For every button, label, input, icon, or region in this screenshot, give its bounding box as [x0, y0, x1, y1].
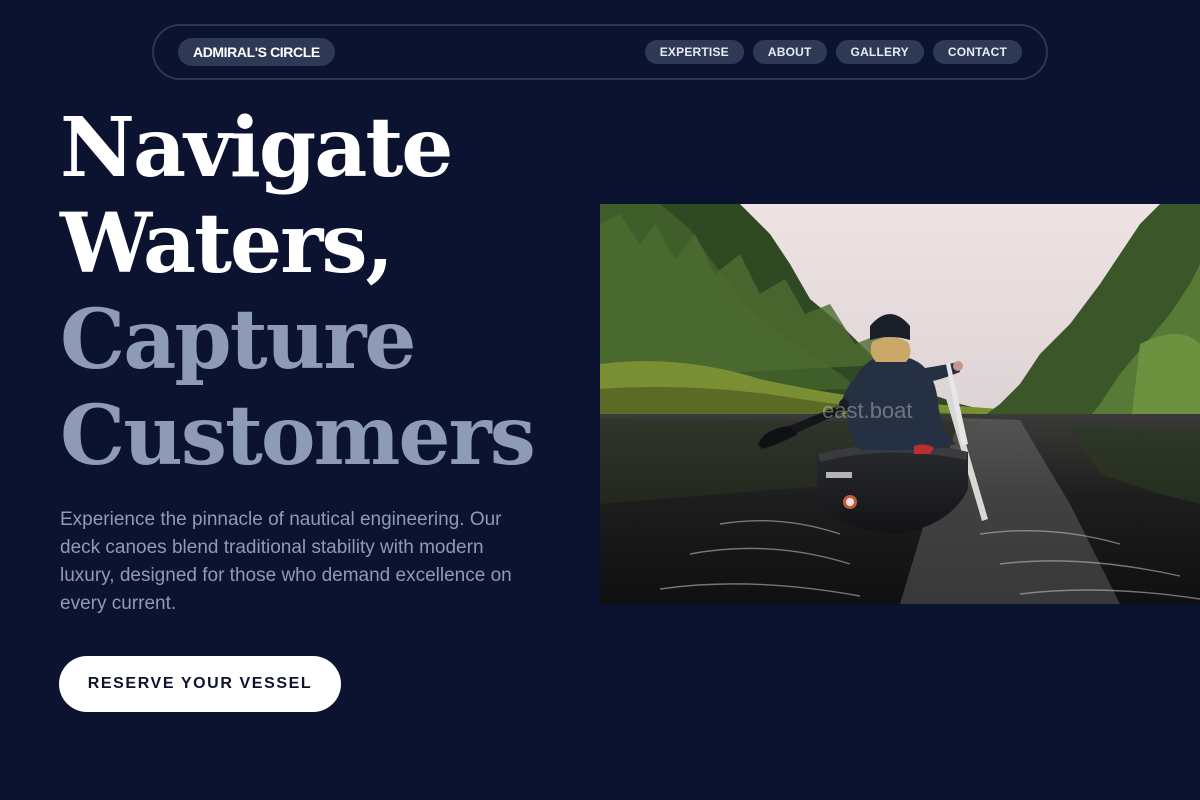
nav-link-contact[interactable]: CONTACT — [932, 40, 1022, 64]
nav-link-expertise[interactable]: EXPERTISE — [644, 40, 744, 64]
brand-logo[interactable]: ADMIRAL'S CIRCLE — [178, 38, 335, 66]
nav-link-gallery[interactable]: GALLERY — [835, 40, 924, 64]
headline-line-1: Navigate — [60, 100, 453, 196]
nav-link-about[interactable]: ABOUT — [752, 40, 827, 64]
photo-watermark: east.boat — [822, 398, 913, 423]
top-navigation: ADMIRAL'S CIRCLE EXPERTISE ABOUT GALLERY… — [152, 24, 1048, 80]
headline-line-4: Customers — [60, 388, 536, 484]
headline-line-3: Capture — [60, 292, 417, 388]
headline-line-2: Waters, — [60, 196, 394, 292]
landing-page: ADMIRAL'S CIRCLE EXPERTISE ABOUT GALLERY… — [0, 0, 1200, 800]
nav-links: EXPERTISE ABOUT GALLERY CONTACT — [644, 40, 1022, 64]
hero-headline: Navigate Waters, Capture Customers — [60, 100, 536, 484]
hero-photo-canoe: east.boat — [600, 204, 1200, 604]
hero-description: Experience the pinnacle of nautical engi… — [60, 509, 512, 614]
reserve-vessel-button[interactable]: RESERVE YOUR VESSEL — [59, 656, 341, 712]
